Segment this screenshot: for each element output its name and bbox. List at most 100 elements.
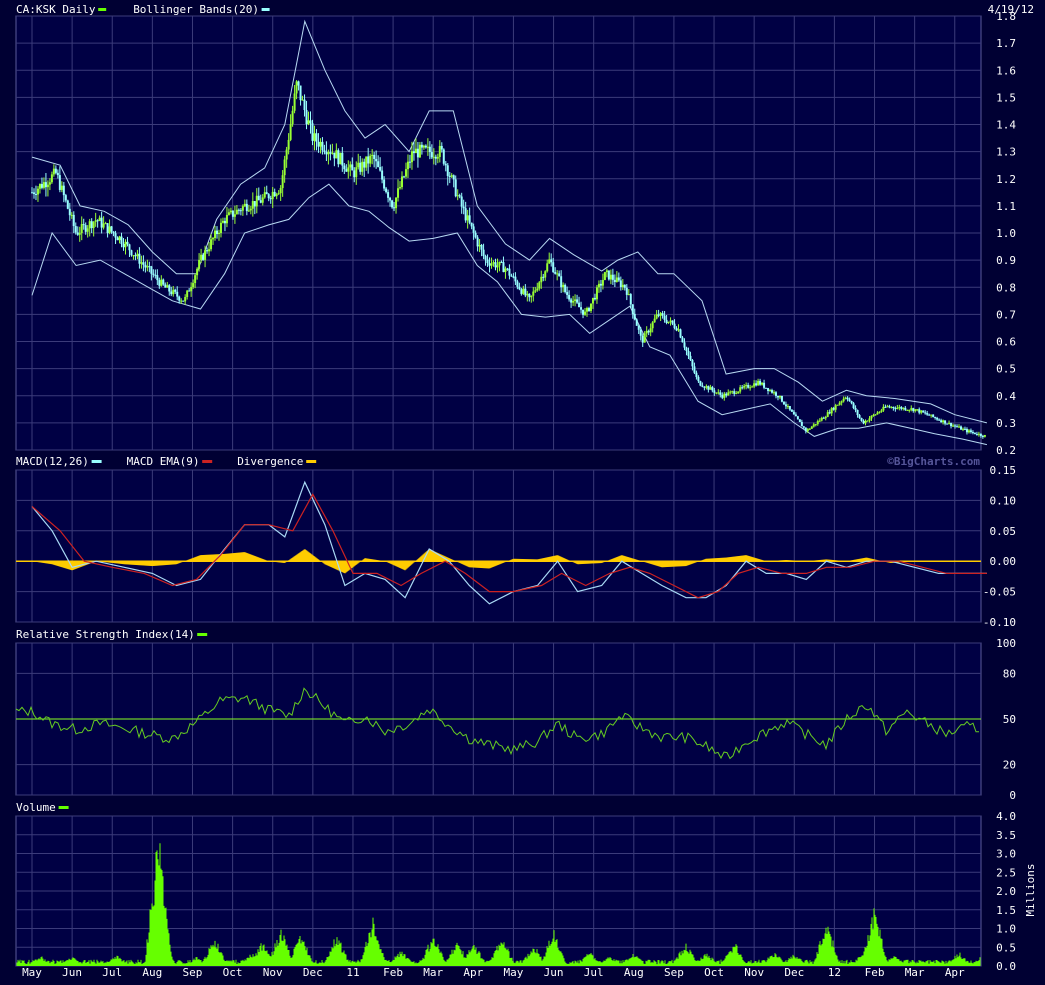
price-candle (948, 422, 951, 424)
price-candle (866, 420, 869, 422)
price-candle (90, 221, 93, 229)
price-candle (753, 383, 756, 387)
price-candle (721, 394, 724, 398)
price-candle (983, 434, 986, 437)
month-label: Aug (142, 966, 162, 979)
price-candle (357, 162, 360, 168)
price-candle (558, 273, 561, 277)
price-candle (490, 263, 493, 266)
price-candle (554, 271, 557, 274)
month-label: Mar (423, 966, 443, 979)
price-candle (852, 403, 855, 409)
price-candle (840, 401, 843, 403)
price-candle (110, 226, 113, 232)
price-candle (383, 179, 386, 189)
price-candle (864, 420, 867, 424)
price-candle (846, 397, 849, 400)
price-candle (784, 404, 787, 407)
price-candle (908, 409, 911, 411)
price-candle (426, 146, 429, 148)
price-candle (649, 328, 652, 333)
price-candle (603, 272, 606, 281)
price-candle (796, 416, 799, 420)
price-candle (50, 174, 53, 183)
y-tick-label: 0.0 (996, 960, 1016, 973)
price-candle (655, 314, 658, 319)
price-candle (757, 380, 760, 386)
price-candle (166, 285, 169, 288)
month-label: Sep (664, 966, 684, 979)
price-candle (283, 159, 286, 176)
price-candle (922, 410, 925, 413)
price-candle (317, 141, 320, 147)
price-candle (104, 223, 107, 225)
month-label: Apr (945, 966, 965, 979)
price-candle (637, 325, 640, 330)
price-candle (870, 415, 873, 419)
price-candle (148, 266, 151, 268)
price-candle (456, 195, 459, 197)
price-candle (136, 253, 139, 257)
price-candle (295, 81, 298, 94)
price-candle (546, 263, 549, 272)
price-candle (186, 290, 189, 298)
price-candle (249, 208, 252, 211)
month-label: Apr (463, 966, 483, 979)
price-candle (192, 283, 195, 288)
price-candle (769, 390, 772, 392)
price-candle (70, 214, 73, 216)
price-candle (729, 391, 732, 393)
price-candle (890, 406, 893, 408)
price-candle (934, 417, 937, 419)
price-candle (956, 426, 959, 428)
price-candle (158, 280, 161, 286)
price-candle (691, 359, 694, 367)
price-candle (619, 280, 622, 288)
price-candle (755, 383, 758, 386)
price-candle (178, 296, 181, 301)
y-tick-label: 0.4 (996, 390, 1016, 403)
price-candle (309, 120, 312, 124)
price-candle (528, 293, 531, 298)
price-candle (790, 409, 793, 412)
y-tick-label: 80 (1003, 667, 1016, 680)
price-candle (259, 200, 262, 203)
month-label: 12 (828, 966, 841, 979)
price-candle (522, 288, 525, 294)
price-candle (289, 124, 292, 140)
price-candle (526, 293, 529, 296)
price-candle (36, 188, 39, 195)
price-candle (333, 152, 336, 159)
price-candle (965, 429, 968, 433)
price-candle (782, 401, 785, 405)
price-candle (428, 146, 431, 153)
price-candle (128, 244, 131, 251)
month-label: May (504, 966, 524, 979)
price-candle (950, 422, 953, 427)
price-candle (112, 231, 115, 234)
price-candle (60, 185, 63, 190)
price-candle (938, 419, 941, 421)
month-label: Feb (383, 966, 403, 979)
price-candle (468, 215, 471, 223)
price-candle (830, 408, 833, 414)
bigcharts-chart: 0.2 0.3 0.4 0.5 0.6 0.7 0.8 0.9 1.0 1.1 1.2 1.3 1.4 1… (0, 0, 1045, 981)
price-candle (643, 333, 646, 343)
price-candle (832, 408, 835, 410)
price-candle (395, 197, 398, 209)
price-candle (910, 408, 913, 410)
price-candle (788, 406, 791, 410)
price-candle (679, 329, 682, 338)
price-candle (108, 226, 111, 234)
price-candle (981, 435, 984, 437)
price-candle (673, 323, 676, 328)
price-candle (872, 414, 875, 416)
y-tick-label: 1.3 (996, 146, 1016, 159)
price-candle (38, 184, 41, 189)
price-candle (114, 233, 117, 238)
price-candle (399, 187, 402, 189)
price-candle (343, 165, 346, 170)
price-candle (134, 255, 137, 257)
price-candle (331, 152, 334, 154)
price-candle (359, 162, 362, 172)
